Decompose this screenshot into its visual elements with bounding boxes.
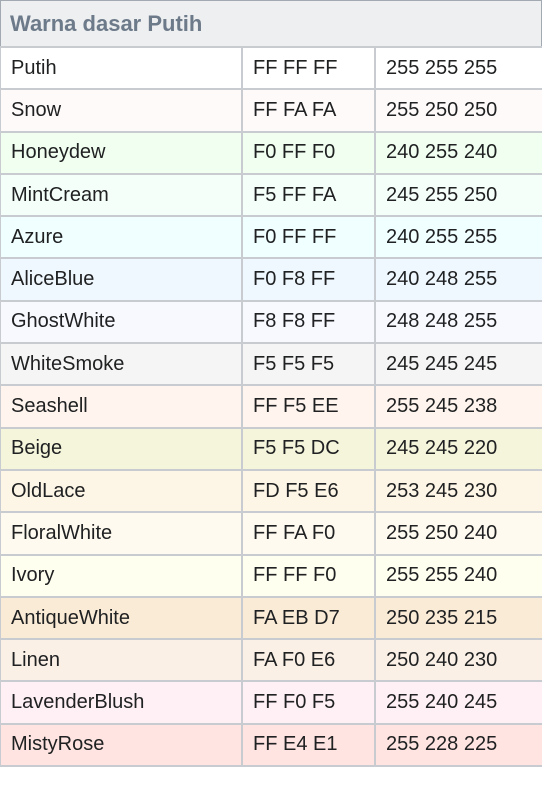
- table-row: WhiteSmoke F5 F5 F5 245 245 245: [0, 342, 542, 387]
- table-row: Seashell FF F5 EE 255 245 238: [0, 384, 542, 429]
- table-row: Putih FF FF FF 255 255 255: [0, 45, 542, 91]
- hex-cell: FF F0 F5: [241, 680, 376, 725]
- rgb-cell: 250 235 215: [374, 595, 542, 641]
- hex-cell: F5 F5 F5: [241, 342, 376, 387]
- rgb-cell: 255 245 238: [374, 384, 542, 429]
- hex-cell: FF F5 EE: [241, 384, 376, 429]
- hex-cell: F0 FF FF: [241, 215, 376, 260]
- table-row: AntiqueWhite FA EB D7 250 235 215: [0, 595, 542, 641]
- rgb-cell: 255 255 255: [374, 45, 542, 91]
- hex-cell: F8 F8 FF: [241, 299, 376, 345]
- hex-cell: FA EB D7: [241, 595, 376, 641]
- hex-cell: FF FF FF: [241, 45, 376, 91]
- color-name-cell: Honeydew: [0, 130, 243, 175]
- table-row: AliceBlue F0 F8 FF 240 248 255: [0, 257, 542, 302]
- table-row: LavenderBlush FF F0 F5 255 240 245: [0, 680, 542, 725]
- rgb-cell: 253 245 230: [374, 468, 542, 514]
- color-name-cell: MistyRose: [0, 722, 243, 768]
- color-name-cell: MintCream: [0, 172, 243, 218]
- rgb-cell: 240 255 255: [374, 215, 542, 260]
- color-name-cell: AliceBlue: [0, 257, 243, 302]
- table-row: Honeydew F0 FF F0 240 255 240: [0, 130, 542, 175]
- rgb-cell: 245 245 220: [374, 426, 542, 471]
- table-row: Ivory FF FF F0 255 255 240: [0, 553, 542, 598]
- table-row: MistyRose FF E4 E1 255 228 225: [0, 722, 542, 768]
- rgb-cell: 245 255 250: [374, 172, 542, 218]
- table-row: GhostWhite F8 F8 FF 248 248 255: [0, 299, 542, 345]
- color-name-cell: Linen: [0, 638, 243, 683]
- hex-cell: F5 FF FA: [241, 172, 376, 218]
- rgb-cell: 250 240 230: [374, 638, 542, 683]
- hex-cell: F0 F8 FF: [241, 257, 376, 302]
- color-name-cell: AntiqueWhite: [0, 595, 243, 641]
- table-title: Warna dasar Putih: [0, 0, 542, 46]
- rgb-cell: 240 248 255: [374, 257, 542, 302]
- rgb-cell: 255 240 245: [374, 680, 542, 725]
- table-row: Beige F5 F5 DC 245 245 220: [0, 426, 542, 471]
- hex-cell: FF FF F0: [241, 553, 376, 598]
- color-name-cell: Snow: [0, 88, 243, 133]
- color-name-cell: Seashell: [0, 384, 243, 429]
- color-name-cell: OldLace: [0, 468, 243, 514]
- table-row: Azure F0 FF FF 240 255 255: [0, 215, 542, 260]
- hex-cell: FA F0 E6: [241, 638, 376, 683]
- color-name-cell: WhiteSmoke: [0, 342, 243, 387]
- hex-cell: FF FA FA: [241, 88, 376, 133]
- rgb-cell: 255 250 240: [374, 511, 542, 556]
- color-name-cell: Beige: [0, 426, 243, 471]
- table-row: MintCream F5 FF FA 245 255 250: [0, 172, 542, 218]
- color-name-cell: Ivory: [0, 553, 243, 598]
- table-row: FloralWhite FF FA F0 255 250 240: [0, 511, 542, 556]
- rgb-cell: 240 255 240: [374, 130, 542, 175]
- color-table: Putih FF FF FF 255 255 255 Snow FF FA FA 255 …: [0, 45, 542, 768]
- rgb-cell: 255 255 240: [374, 553, 542, 598]
- color-name-cell: FloralWhite: [0, 511, 243, 556]
- hex-cell: FD F5 E6: [241, 468, 376, 514]
- hex-cell: FF E4 E1: [241, 722, 376, 768]
- rgb-cell: 255 250 250: [374, 88, 542, 133]
- hex-cell: F5 F5 DC: [241, 426, 376, 471]
- hex-cell: FF FA F0: [241, 511, 376, 556]
- rgb-cell: 255 228 225: [374, 722, 542, 768]
- color-name-cell: Putih: [0, 45, 243, 91]
- table-row: Snow FF FA FA 255 250 250: [0, 88, 542, 133]
- color-name-cell: Azure: [0, 215, 243, 260]
- rgb-cell: 245 245 245: [374, 342, 542, 387]
- color-name-cell: LavenderBlush: [0, 680, 243, 725]
- rgb-cell: 248 248 255: [374, 299, 542, 345]
- table-row: OldLace FD F5 E6 253 245 230: [0, 468, 542, 514]
- color-name-cell: GhostWhite: [0, 299, 243, 345]
- table-row: Linen FA F0 E6 250 240 230: [0, 638, 542, 683]
- hex-cell: F0 FF F0: [241, 130, 376, 175]
